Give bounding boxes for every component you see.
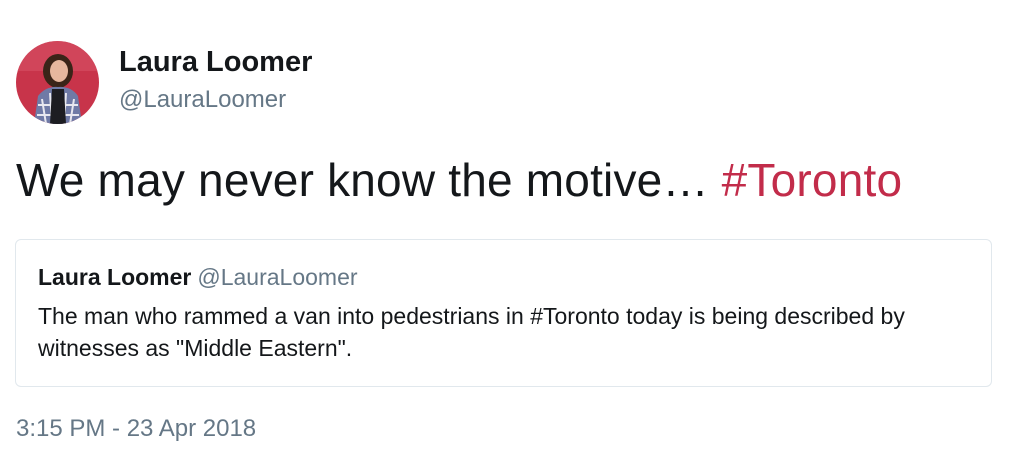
- avatar[interactable]: [16, 41, 99, 124]
- tweet-text-body: We may never know the motive…: [16, 154, 722, 206]
- hashtag-link[interactable]: #Toronto: [722, 154, 903, 206]
- tweet-timestamp[interactable]: 3:15 PM - 23 Apr 2018: [16, 415, 256, 443]
- quoted-author-name: Laura Loomer: [38, 264, 192, 290]
- tweet: Laura Loomer @LauraLoomer We may never k…: [0, 0, 1015, 460]
- author-handle[interactable]: @LauraLoomer: [119, 86, 286, 114]
- quoted-tweet-card[interactable]: Laura Loomer @LauraLoomer The man who ram…: [15, 239, 992, 387]
- profile-photo-icon: [16, 41, 99, 124]
- quoted-tweet-text: The man who rammed a van into pedestrian…: [38, 303, 905, 361]
- tweet-text: We may never know the motive… #Toronto: [16, 150, 902, 210]
- quoted-author-handle: @LauraLoomer: [197, 264, 358, 290]
- quoted-tweet-header: Laura Loomer @LauraLoomer: [38, 264, 358, 291]
- author-name[interactable]: Laura Loomer: [119, 46, 312, 79]
